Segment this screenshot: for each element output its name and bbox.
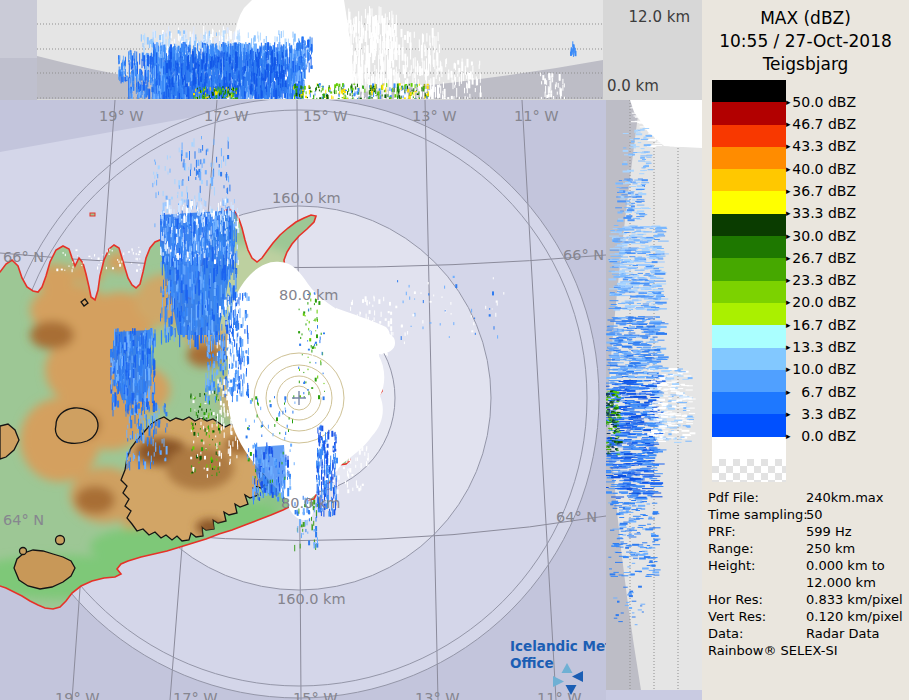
svg-text:66° N: 66° N: [3, 249, 44, 265]
svg-text:Office: Office: [510, 655, 554, 671]
legend-entry: ▸0.0 dBZ: [786, 428, 906, 444]
top-left-corner-strip: [0, 0, 37, 100]
legend-entry: ▸23.3 dBZ: [786, 272, 906, 288]
radar-application-window: 12.0 km 0.0 km: [0, 0, 909, 700]
info-row: Pdf File:240km.max: [708, 490, 909, 505]
transparency-checker: [712, 459, 786, 482]
legend-entry: ▸3.3 dBZ: [786, 406, 906, 422]
info-row: Hor Res:0.833 km/pixel: [708, 592, 909, 607]
legend-entry: ▸36.7 dBZ: [786, 183, 906, 199]
svg-text:Icelandic Met: Icelandic Met: [510, 638, 606, 654]
legend-entry: ▸40.0 dBZ: [786, 161, 906, 177]
svg-text:11° W: 11° W: [514, 108, 559, 124]
svg-text:17° W: 17° W: [173, 690, 218, 700]
panel-axis-labels-area: 12.0 km 0.0 km: [603, 0, 702, 100]
svg-text:19° W: 19° W: [55, 690, 100, 700]
info-row: Range:250 km: [708, 541, 909, 556]
svg-text:15° W: 15° W: [303, 108, 348, 124]
software-name: Rainbow® SELEX-SI: [708, 643, 838, 658]
svg-text:64° N: 64° N: [3, 512, 44, 528]
legend-entry: ▸20.0 dBZ: [786, 294, 906, 310]
info-row: Time sampling:50: [708, 507, 909, 522]
svg-text:80.0 km: 80.0 km: [279, 287, 338, 303]
svg-text:66° N: 66° N: [563, 247, 604, 263]
legend-entry: ▸46.7 dBZ: [786, 116, 906, 132]
svg-text:17° W: 17° W: [204, 108, 249, 124]
datetime-label: 10:55 / 27-Oct-2018: [702, 30, 909, 53]
info-row: PRF:599 Hz: [708, 524, 909, 539]
svg-text:13° W: 13° W: [412, 108, 457, 124]
info-row: Height:0.000 km to: [708, 558, 909, 573]
legend-entry: ▸33.3 dBZ: [786, 205, 906, 221]
legend-sidebar: MAX (dBZ) 10:55 / 27-Oct-2018 Teigsbjarg…: [702, 0, 909, 700]
legend-entry: ▸16.7 dBZ: [786, 317, 906, 333]
legend-entry: ▸13.3 dBZ: [786, 339, 906, 355]
svg-text:80.0 km: 80.0 km: [281, 495, 340, 511]
svg-text:160.0 km: 160.0 km: [277, 591, 346, 607]
legend-entry: ▸43.3 dBZ: [786, 138, 906, 154]
svg-text:13° W: 13° W: [415, 690, 460, 700]
svg-text:15° W: 15° W: [293, 690, 338, 700]
dbz-color-scale: [712, 80, 786, 459]
map-bottom-strip: [606, 690, 702, 700]
svg-text:19° W: 19° W: [99, 108, 144, 124]
top-panel-max-height-label: 12.0 km: [629, 8, 690, 26]
legend-entry: ▸26.7 dBZ: [786, 250, 906, 266]
legend-entry: ▸6.7 dBZ: [786, 384, 906, 400]
legend-entry: ▸10.0 dBZ: [786, 361, 906, 377]
station-name: Teigsbjarg: [702, 53, 909, 76]
svg-text:11° W: 11° W: [537, 690, 582, 700]
svg-text:64° N: 64° N: [556, 509, 597, 525]
svg-text:160.0 km: 160.0 km: [272, 190, 341, 206]
right-cross-section-panel: [606, 100, 702, 690]
info-row: Vert Res:0.120 km/pixel: [708, 609, 909, 624]
top-panel-min-height-label: 0.0 km: [607, 77, 659, 95]
legend-entry: ▸50.0 dBZ: [786, 94, 906, 110]
info-row: Data:Radar Data: [708, 626, 909, 641]
product-title: MAX (dBZ): [702, 7, 909, 30]
top-cross-section-panel: [37, 0, 603, 99]
legend-entry: ▸30.0 dBZ: [786, 228, 906, 244]
radar-map[interactable]: 19° W 17° W 15° W 13° W 11° W 19° W 17° …: [0, 100, 606, 700]
